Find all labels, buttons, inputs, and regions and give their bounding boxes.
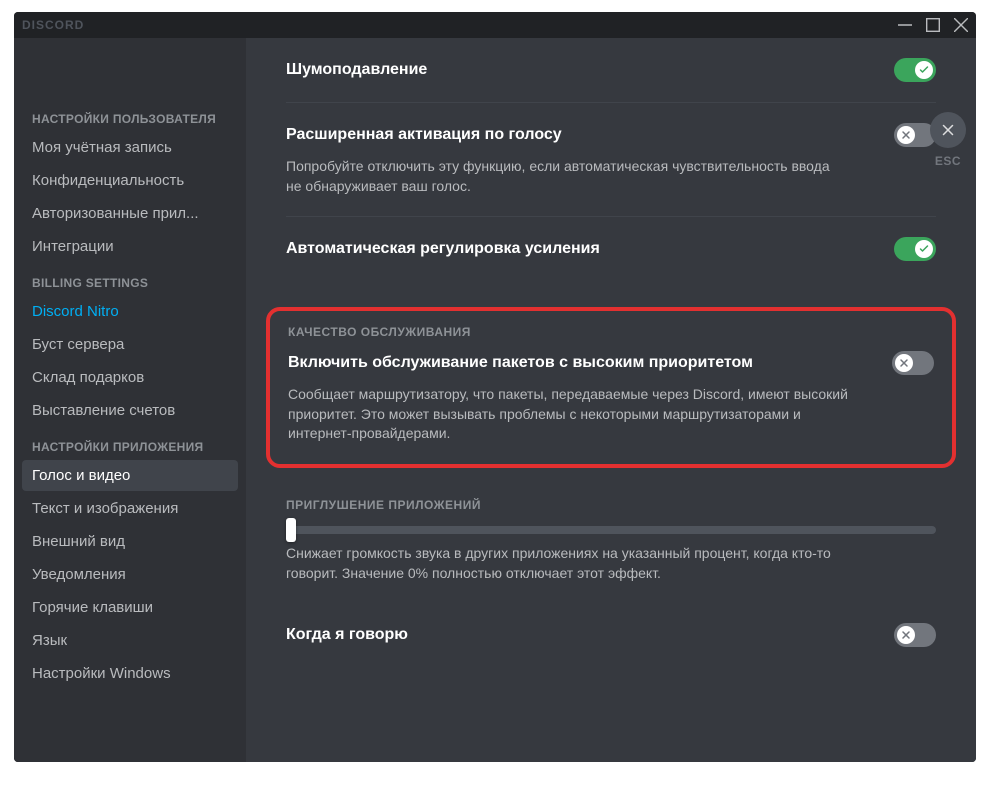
setting-title: Автоматическая регулировка усиления bbox=[286, 240, 874, 258]
setting-when-i-speak: Когда я говорю bbox=[286, 603, 936, 667]
slider-thumb[interactable] bbox=[286, 518, 296, 542]
titlebar: DISCORD bbox=[14, 12, 976, 38]
sidebar-item[interactable]: Буст сервера bbox=[22, 329, 238, 360]
sidebar-item[interactable]: Моя учётная запись bbox=[22, 132, 238, 163]
setting-auto-gain: Автоматическая регулировка усиления bbox=[286, 217, 936, 281]
attenuation-section: ПРИГЛУШЕНИЕ ПРИЛОЖЕНИЙ Снижает громкость… bbox=[286, 498, 936, 583]
close-window-icon[interactable] bbox=[954, 18, 968, 32]
settings-sidebar[interactable]: НАСТРОЙКИ ПОЛЬЗОВАТЕЛЯМоя учётная запись… bbox=[14, 38, 246, 762]
setting-title: Шумоподавление bbox=[286, 61, 874, 79]
toggle-noise-suppression[interactable] bbox=[894, 58, 936, 82]
setting-advanced-voice: Расширенная активация по голосу Попробуй… bbox=[286, 103, 936, 217]
sidebar-item[interactable]: Текст и изображения bbox=[22, 493, 238, 524]
esc-label: ESC bbox=[935, 154, 961, 168]
window-controls bbox=[898, 18, 968, 32]
section-heading-qos: КАЧЕСТВО ОБСЛУЖИВАНИЯ bbox=[288, 325, 934, 339]
setting-title: Включить обслуживание пакетов с высоким … bbox=[288, 354, 872, 372]
app-window: DISCORD НАСТРОЙКИ ПОЛЬЗОВАТЕЛЯМоя учётна… bbox=[14, 12, 976, 762]
sidebar-item[interactable]: Авторизованные прил... bbox=[22, 198, 238, 229]
section-heading-attenuation: ПРИГЛУШЕНИЕ ПРИЛОЖЕНИЙ bbox=[286, 498, 936, 512]
sidebar-item[interactable]: Внешний вид bbox=[22, 526, 238, 557]
sidebar-item[interactable]: Голос и видео bbox=[22, 460, 238, 491]
sidebar-item[interactable]: Конфиденциальность bbox=[22, 165, 238, 196]
setting-description: Сообщает маршрутизатору, что пакеты, пер… bbox=[288, 385, 848, 444]
toggle-auto-gain[interactable] bbox=[894, 237, 936, 261]
qos-highlight: КАЧЕСТВО ОБСЛУЖИВАНИЯ Включить обслужива… bbox=[266, 307, 956, 468]
sidebar-item[interactable]: Язык bbox=[22, 625, 238, 656]
toggle-when-i-speak[interactable] bbox=[894, 623, 936, 647]
sidebar-item[interactable]: Выставление счетов bbox=[22, 395, 238, 426]
app-brand: DISCORD bbox=[22, 18, 84, 32]
sidebar-item[interactable]: Интеграции bbox=[22, 231, 238, 262]
sidebar-heading: НАСТРОЙКИ ПОЛЬЗОВАТЕЛЯ bbox=[22, 106, 238, 132]
sidebar-item[interactable]: Discord Nitro bbox=[22, 296, 238, 327]
sidebar-heading: BILLING SETTINGS bbox=[22, 270, 238, 296]
sidebar-heading: НАСТРОЙКИ ПРИЛОЖЕНИЯ bbox=[22, 434, 238, 460]
minimize-icon[interactable] bbox=[898, 18, 912, 32]
attenuation-slider[interactable] bbox=[286, 526, 936, 534]
setting-description: Попробуйте отключить эту функцию, если а… bbox=[286, 157, 846, 196]
body: НАСТРОЙКИ ПОЛЬЗОВАТЕЛЯМоя учётная запись… bbox=[14, 38, 976, 762]
close-settings: ESC bbox=[930, 112, 966, 168]
close-button[interactable] bbox=[930, 112, 966, 148]
setting-title: Когда я говорю bbox=[286, 626, 874, 644]
setting-noise-suppression: Шумоподавление bbox=[286, 58, 936, 103]
attenuation-description: Снижает громкость звука в других приложе… bbox=[286, 544, 866, 583]
toggle-qos[interactable] bbox=[892, 351, 934, 375]
maximize-icon[interactable] bbox=[926, 18, 940, 32]
sidebar-item[interactable]: Горячие клавиши bbox=[22, 592, 238, 623]
sidebar-item[interactable]: Уведомления bbox=[22, 559, 238, 590]
sidebar-item[interactable]: Настройки Windows bbox=[22, 658, 238, 689]
settings-content[interactable]: Шумоподавление Расширенная активация по … bbox=[246, 38, 976, 762]
sidebar-item[interactable]: Склад подарков bbox=[22, 362, 238, 393]
setting-title: Расширенная активация по голосу bbox=[286, 126, 874, 144]
